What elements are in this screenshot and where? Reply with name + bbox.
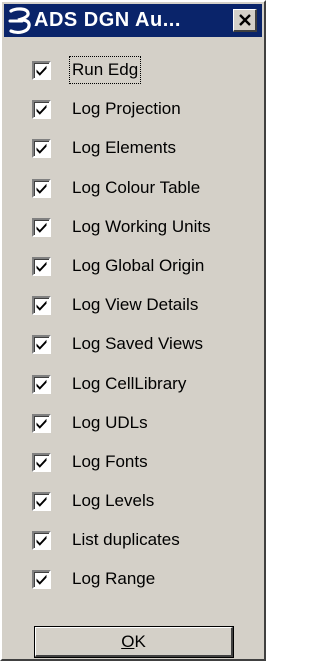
checkmark-icon: [36, 222, 47, 233]
checkmark-icon: [36, 575, 47, 586]
option-label: Log Range: [72, 569, 156, 589]
option-label: Log UDLs: [72, 412, 148, 432]
checkmark-icon: [36, 379, 47, 390]
title-bar[interactable]: ADS DGN Au...: [4, 4, 262, 37]
option-label: List duplicates: [72, 530, 180, 550]
option-label: Log Colour Table: [72, 177, 201, 197]
option-row[interactable]: Log Elements: [32, 131, 252, 170]
option-label: Log Fonts: [72, 451, 148, 471]
checkmark-icon: [36, 457, 47, 468]
option-row[interactable]: List duplicates: [32, 523, 252, 562]
close-button[interactable]: [233, 9, 257, 32]
close-x-icon: [239, 14, 251, 26]
option-label: Log Working Units: [72, 216, 211, 236]
checkmark-icon: [36, 340, 47, 351]
checkmark-icon: [36, 183, 47, 194]
option-label: Log Saved Views: [72, 334, 204, 354]
option-label: Log Projection: [72, 99, 181, 119]
checkbox[interactable]: [32, 492, 51, 512]
checkbox[interactable]: [32, 61, 51, 80]
bentley-b-icon: [8, 7, 32, 35]
checkbox[interactable]: [32, 217, 51, 237]
options-list: Run Edg Log Projection Log Elements Log Col…: [32, 53, 252, 602]
checkmark-icon: [36, 536, 47, 547]
window-title: ADS DGN Au...: [34, 9, 181, 31]
option-row[interactable]: Log Fonts: [32, 445, 252, 484]
checkmark-icon: [36, 104, 47, 115]
option-label: Log Elements: [72, 138, 176, 158]
checkbox[interactable]: [32, 256, 51, 276]
checkbox[interactable]: [32, 178, 51, 198]
option-row[interactable]: Run Edg: [32, 53, 252, 92]
checkbox[interactable]: [32, 413, 51, 433]
checkmark-icon: [36, 144, 47, 155]
ok-button[interactable]: OK: [34, 626, 234, 658]
checkbox[interactable]: [32, 100, 51, 120]
option-row[interactable]: Log Global Origin: [32, 249, 252, 288]
dialog-window: ADS DGN Au... Run Edg Log Projection Log E…: [0, 0, 266, 661]
ok-label-rest: K: [134, 632, 146, 651]
option-row[interactable]: Log Levels: [32, 484, 252, 523]
ok-button-label: OK: [36, 628, 231, 656]
option-label: Log Global Origin: [72, 255, 205, 275]
checkbox[interactable]: [32, 452, 51, 472]
checkmark-icon: [36, 418, 47, 429]
option-row[interactable]: Log Projection: [32, 92, 252, 131]
ok-mnemonic: O: [121, 632, 135, 651]
ok-button-face: OK: [35, 627, 233, 657]
checkmark-icon: [36, 261, 47, 272]
checkbox[interactable]: [32, 296, 51, 316]
option-label: Run Edg: [68, 56, 142, 84]
option-label: Log Levels: [72, 491, 155, 511]
option-row[interactable]: Log Working Units: [32, 210, 252, 249]
option-row[interactable]: Log Saved Views: [32, 327, 252, 366]
option-row[interactable]: Log UDLs: [32, 406, 252, 445]
option-label: Log CellLibrary: [72, 373, 187, 393]
checkbox[interactable]: [32, 531, 51, 551]
checkbox[interactable]: [32, 139, 51, 159]
option-row[interactable]: Log CellLibrary: [32, 367, 252, 406]
checkmark-icon: [36, 300, 47, 311]
option-label: Log View Details: [72, 295, 199, 315]
option-row[interactable]: Log Range: [32, 562, 252, 601]
checkmark-icon: [36, 65, 47, 76]
checkbox[interactable]: [32, 335, 51, 355]
option-row[interactable]: Log View Details: [32, 288, 252, 327]
checkbox[interactable]: [32, 374, 51, 394]
checkmark-icon: [36, 496, 47, 507]
checkbox[interactable]: [32, 570, 51, 590]
option-row[interactable]: Log Colour Table: [32, 171, 252, 210]
